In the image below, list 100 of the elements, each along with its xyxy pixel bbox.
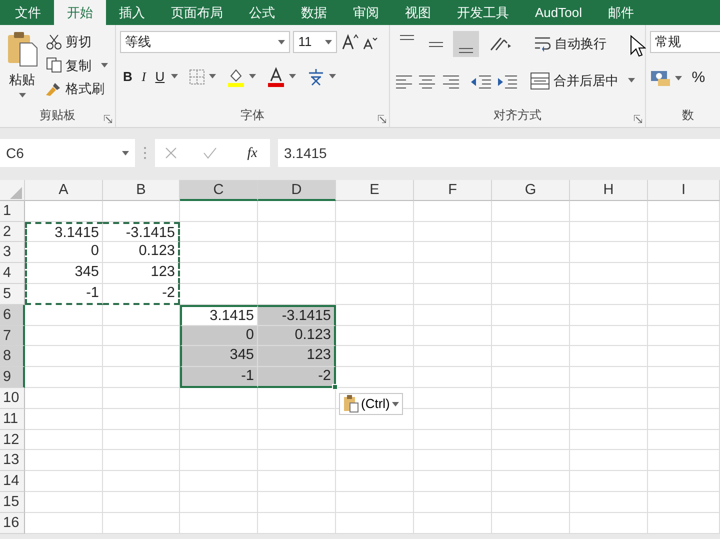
sheet-cell[interactable] (414, 346, 492, 368)
sheet-cell[interactable]: -3.1415 (258, 304, 336, 326)
align-bottom-button[interactable] (452, 31, 478, 57)
sheet-cell[interactable] (336, 304, 414, 326)
cut-button[interactable]: 剪切 (43, 31, 111, 52)
font-size-dropdown[interactable]: 11 (293, 31, 338, 53)
sheet-cell[interactable] (414, 222, 492, 242)
sheet-cell[interactable]: 0 (25, 242, 103, 264)
sheet-cell[interactable] (648, 242, 720, 264)
sheet-cell[interactable]: 345 (180, 346, 258, 368)
sheet-cell[interactable] (570, 430, 648, 450)
sheet-cell[interactable] (103, 430, 180, 450)
sheet-cell[interactable] (336, 222, 414, 242)
caret-icon[interactable] (278, 40, 285, 44)
sheet-cell[interactable] (570, 492, 648, 513)
sheet-cell[interactable] (258, 471, 336, 492)
row-header[interactable]: 3 (0, 242, 25, 264)
sheet-cell[interactable] (648, 326, 720, 346)
sheet-cell[interactable] (648, 367, 720, 388)
copy-button[interactable]: 复制 (43, 54, 111, 76)
sheet-cell[interactable] (258, 222, 336, 242)
ribbon-tab[interactable]: 开始 (54, 0, 106, 25)
currency-icon[interactable] (650, 69, 672, 88)
bold-button[interactable]: B (120, 66, 136, 88)
caret-icon[interactable] (325, 40, 332, 44)
column-header[interactable]: H (570, 180, 648, 201)
sheet-cell[interactable] (336, 263, 414, 284)
sheet-cell[interactable] (180, 408, 258, 430)
sheet-cell[interactable] (648, 450, 720, 472)
sheet-cell[interactable] (492, 284, 570, 305)
sheet-cell[interactable] (180, 263, 258, 284)
column-header[interactable]: A (25, 180, 103, 201)
sheet-cell[interactable] (180, 430, 258, 450)
sheet-cell[interactable] (648, 222, 720, 242)
sheet-cell[interactable] (103, 200, 180, 222)
caret-icon[interactable] (628, 78, 635, 84)
column-header[interactable]: G (492, 180, 570, 201)
sheet-cell[interactable]: -2 (103, 284, 180, 305)
sheet-cell[interactable] (492, 492, 570, 513)
column-header[interactable]: I (648, 180, 720, 201)
row-header[interactable]: 11 (0, 408, 25, 430)
wrap-text-button[interactable]: 自动换行 (530, 33, 610, 55)
sheet-cell[interactable] (258, 263, 336, 284)
sheet-cell[interactable] (648, 408, 720, 430)
sheet-cell[interactable] (492, 200, 570, 222)
caret-icon[interactable] (18, 92, 26, 98)
caret-icon[interactable] (248, 74, 256, 80)
sheet-cell[interactable] (570, 263, 648, 284)
sheet-cell[interactable] (492, 471, 570, 492)
sheet-cell[interactable]: 0 (180, 326, 258, 346)
sheet-cell[interactable] (414, 242, 492, 264)
sheet-cell[interactable] (336, 326, 414, 346)
sheet-cell[interactable] (258, 450, 336, 472)
paste-button[interactable]: 粘贴 (4, 31, 40, 100)
formula-field[interactable]: 3.1415 (278, 139, 720, 167)
sheet-cell[interactable] (25, 512, 103, 534)
sheet-cell[interactable] (336, 200, 414, 222)
sheet-cell[interactable] (258, 492, 336, 513)
insert-function-button[interactable]: fx (244, 142, 260, 164)
dialog-launcher-icon[interactable] (104, 115, 112, 123)
sheet-cell[interactable] (25, 200, 103, 222)
sheet-cell[interactable] (103, 408, 180, 430)
select-all-icon[interactable] (10, 186, 22, 199)
number-format-dropdown[interactable]: 常规 (650, 31, 720, 53)
decrease-indent-icon[interactable] (470, 72, 492, 89)
sheet-cell[interactable] (648, 512, 720, 534)
ribbon-tab[interactable]: AudTool (522, 0, 595, 25)
ribbon-tab[interactable]: 数据 (288, 0, 340, 25)
row-header[interactable]: 4 (0, 263, 25, 284)
row-header[interactable]: 1 (0, 200, 25, 222)
sheet-cell[interactable] (103, 492, 180, 513)
sheet-cell[interactable] (492, 512, 570, 534)
caret-icon[interactable] (122, 150, 129, 156)
sheet-cell[interactable] (570, 367, 648, 388)
sheet-cell[interactable] (103, 512, 180, 534)
sheet-cell[interactable]: 0.123 (258, 326, 336, 346)
ribbon-tab[interactable]: 公式 (236, 0, 288, 25)
sheet-cell[interactable]: 3.1415 (25, 222, 103, 242)
sheet-cell[interactable] (414, 512, 492, 534)
sheet-cell[interactable] (648, 263, 720, 284)
sheet-cell[interactable]: -1 (180, 367, 258, 388)
row-header[interactable]: 16 (0, 512, 25, 534)
sheet-cell[interactable] (25, 388, 103, 409)
ribbon-tab[interactable]: 邮件 (594, 0, 647, 25)
sheet-cell[interactable] (414, 367, 492, 388)
sheet-cell[interactable] (414, 263, 492, 284)
ribbon-tab[interactable]: 插入 (106, 0, 158, 25)
sheet-cell[interactable] (336, 512, 414, 534)
sheet-cell[interactable] (25, 492, 103, 513)
name-box[interactable]: C6 (0, 139, 135, 167)
ribbon-tab[interactable]: 视图 (392, 0, 444, 25)
fill-color-icon[interactable] (226, 66, 246, 87)
sheet-cell[interactable] (570, 326, 648, 346)
sheet-cell[interactable] (414, 450, 492, 472)
dialog-launcher-icon[interactable] (378, 115, 386, 123)
row-header[interactable]: 12 (0, 430, 25, 450)
sheet-cell[interactable] (258, 430, 336, 450)
sheet-cell[interactable] (492, 222, 570, 242)
sheet-cell[interactable] (336, 284, 414, 305)
cancel-icon[interactable] (164, 147, 177, 159)
